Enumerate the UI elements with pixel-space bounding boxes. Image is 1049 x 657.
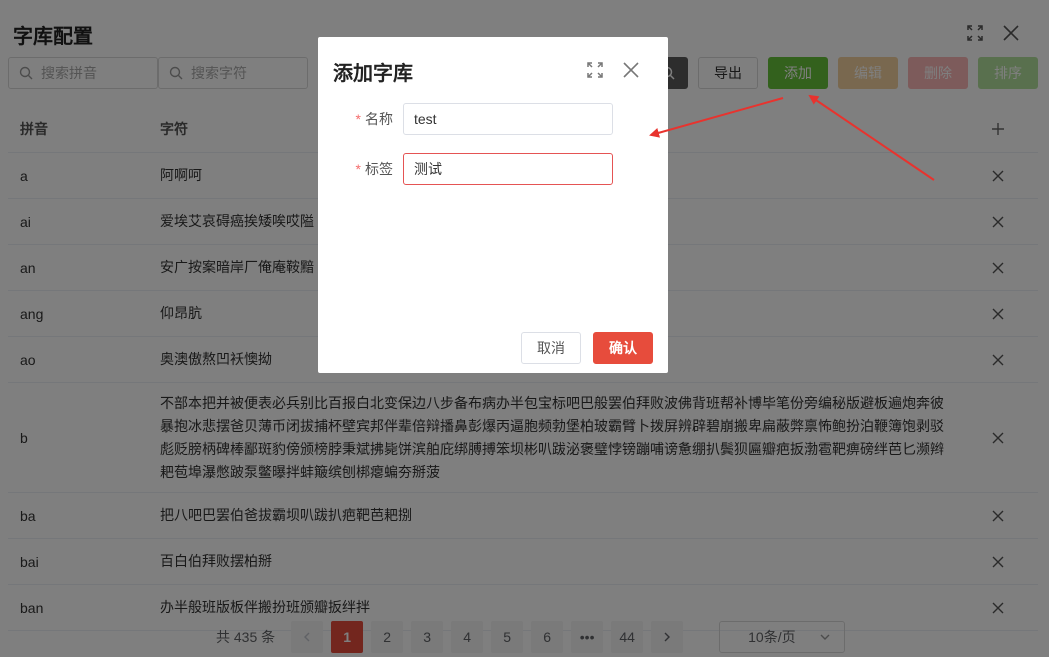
- name-label: * 名称: [355, 111, 393, 127]
- cancel-button[interactable]: 取消: [521, 332, 581, 364]
- confirm-button[interactable]: 确认: [593, 332, 653, 364]
- add-library-dialog: 添加字库 * 名称 test * 标签 测试 取消 确认: [318, 37, 668, 373]
- tag-form-row: * 标签 测试: [318, 153, 668, 185]
- tag-label: * 标签: [355, 161, 393, 177]
- name-input[interactable]: test: [403, 103, 613, 135]
- expand-icon[interactable]: [584, 59, 606, 81]
- name-form-row: * 名称 test: [318, 103, 668, 135]
- tag-input[interactable]: 测试: [403, 153, 613, 185]
- dialog-title: 添加字库: [333, 63, 413, 85]
- close-icon[interactable]: [620, 59, 642, 81]
